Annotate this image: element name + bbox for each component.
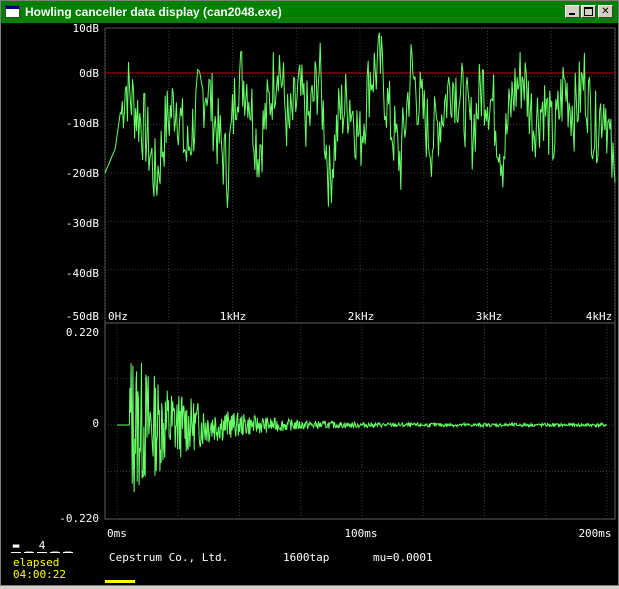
spectrum-y-tick: 10dB [73, 23, 100, 35]
spectrum-y-tick: 0dB [79, 67, 99, 80]
display-area: 10dB 0dB -10dB -20dB -30dB -40dB -50dB 0… [1, 22, 618, 585]
impulse-trace [117, 362, 608, 493]
channel-box[interactable]: _ [50, 539, 60, 553]
impulse-y-tick: 0 [92, 417, 99, 430]
spectrum-x-tick: 2kHz [348, 310, 375, 323]
impulse-x-tick: 100ms [344, 527, 377, 540]
spectrum-grid [104, 27, 616, 323]
title-bar[interactable]: Howling canceller data display (can2048.… [1, 1, 618, 23]
spectrum-y-tick: -10dB [66, 117, 99, 130]
plots-canvas: 10dB 0dB -10dB -20dB -30dB -40dB -50dB 0… [59, 22, 616, 540]
elapsed-time: 04:00:22 [13, 568, 66, 581]
impulse-y-tick: 0.220 [66, 326, 99, 339]
tap-count: 1600tap [283, 551, 330, 564]
elapsed-block: elapsed 04:00:22 [13, 557, 66, 581]
app-window-icon[interactable] [5, 5, 20, 18]
impulse-panel: 0.220 0 -0.220 0ms 100ms 200ms [59, 322, 616, 540]
spectrum-x-tick: 1kHz [220, 310, 247, 323]
step-size-mu: mu=0.0001 [373, 551, 433, 564]
maximize-icon[interactable] [581, 5, 596, 18]
impulse-y-tick: -0.220 [59, 512, 99, 525]
channel-box[interactable]: _ [24, 539, 34, 553]
channel-box[interactable]: 4 [37, 539, 47, 553]
close-icon[interactable]: ✕ [598, 5, 613, 18]
app-window: Howling canceller data display (can2048.… [0, 0, 619, 586]
spectrum-x-tick: 0Hz [108, 310, 128, 323]
spectrum-y-tick: -50dB [66, 310, 99, 323]
spectrum-y-tick: -30dB [66, 217, 99, 230]
spectrum-y-tick: -40dB [66, 267, 99, 280]
impulse-x-tick: 200ms [578, 527, 611, 540]
impulse-x-tick: 0ms [107, 527, 127, 540]
progress-indicator [105, 580, 135, 583]
window-title: Howling canceller data display (can2048.… [25, 5, 282, 19]
channel-indicator: ▬ _ 4 _ _ [11, 539, 76, 553]
spectrum-x-tick: 4kHz [586, 310, 613, 323]
spectrum-panel: 10dB 0dB -10dB -20dB -30dB -40dB -50dB 0… [66, 22, 616, 324]
spectrum-x-tick: 3kHz [476, 310, 503, 323]
minimize-icon[interactable] [565, 5, 580, 18]
company-name: Cepstrum Co., Ltd. [109, 551, 229, 564]
channel-box[interactable]: ▬ [11, 539, 21, 553]
spectrum-y-tick: -20dB [66, 167, 99, 180]
channel-box[interactable]: _ [63, 539, 73, 553]
